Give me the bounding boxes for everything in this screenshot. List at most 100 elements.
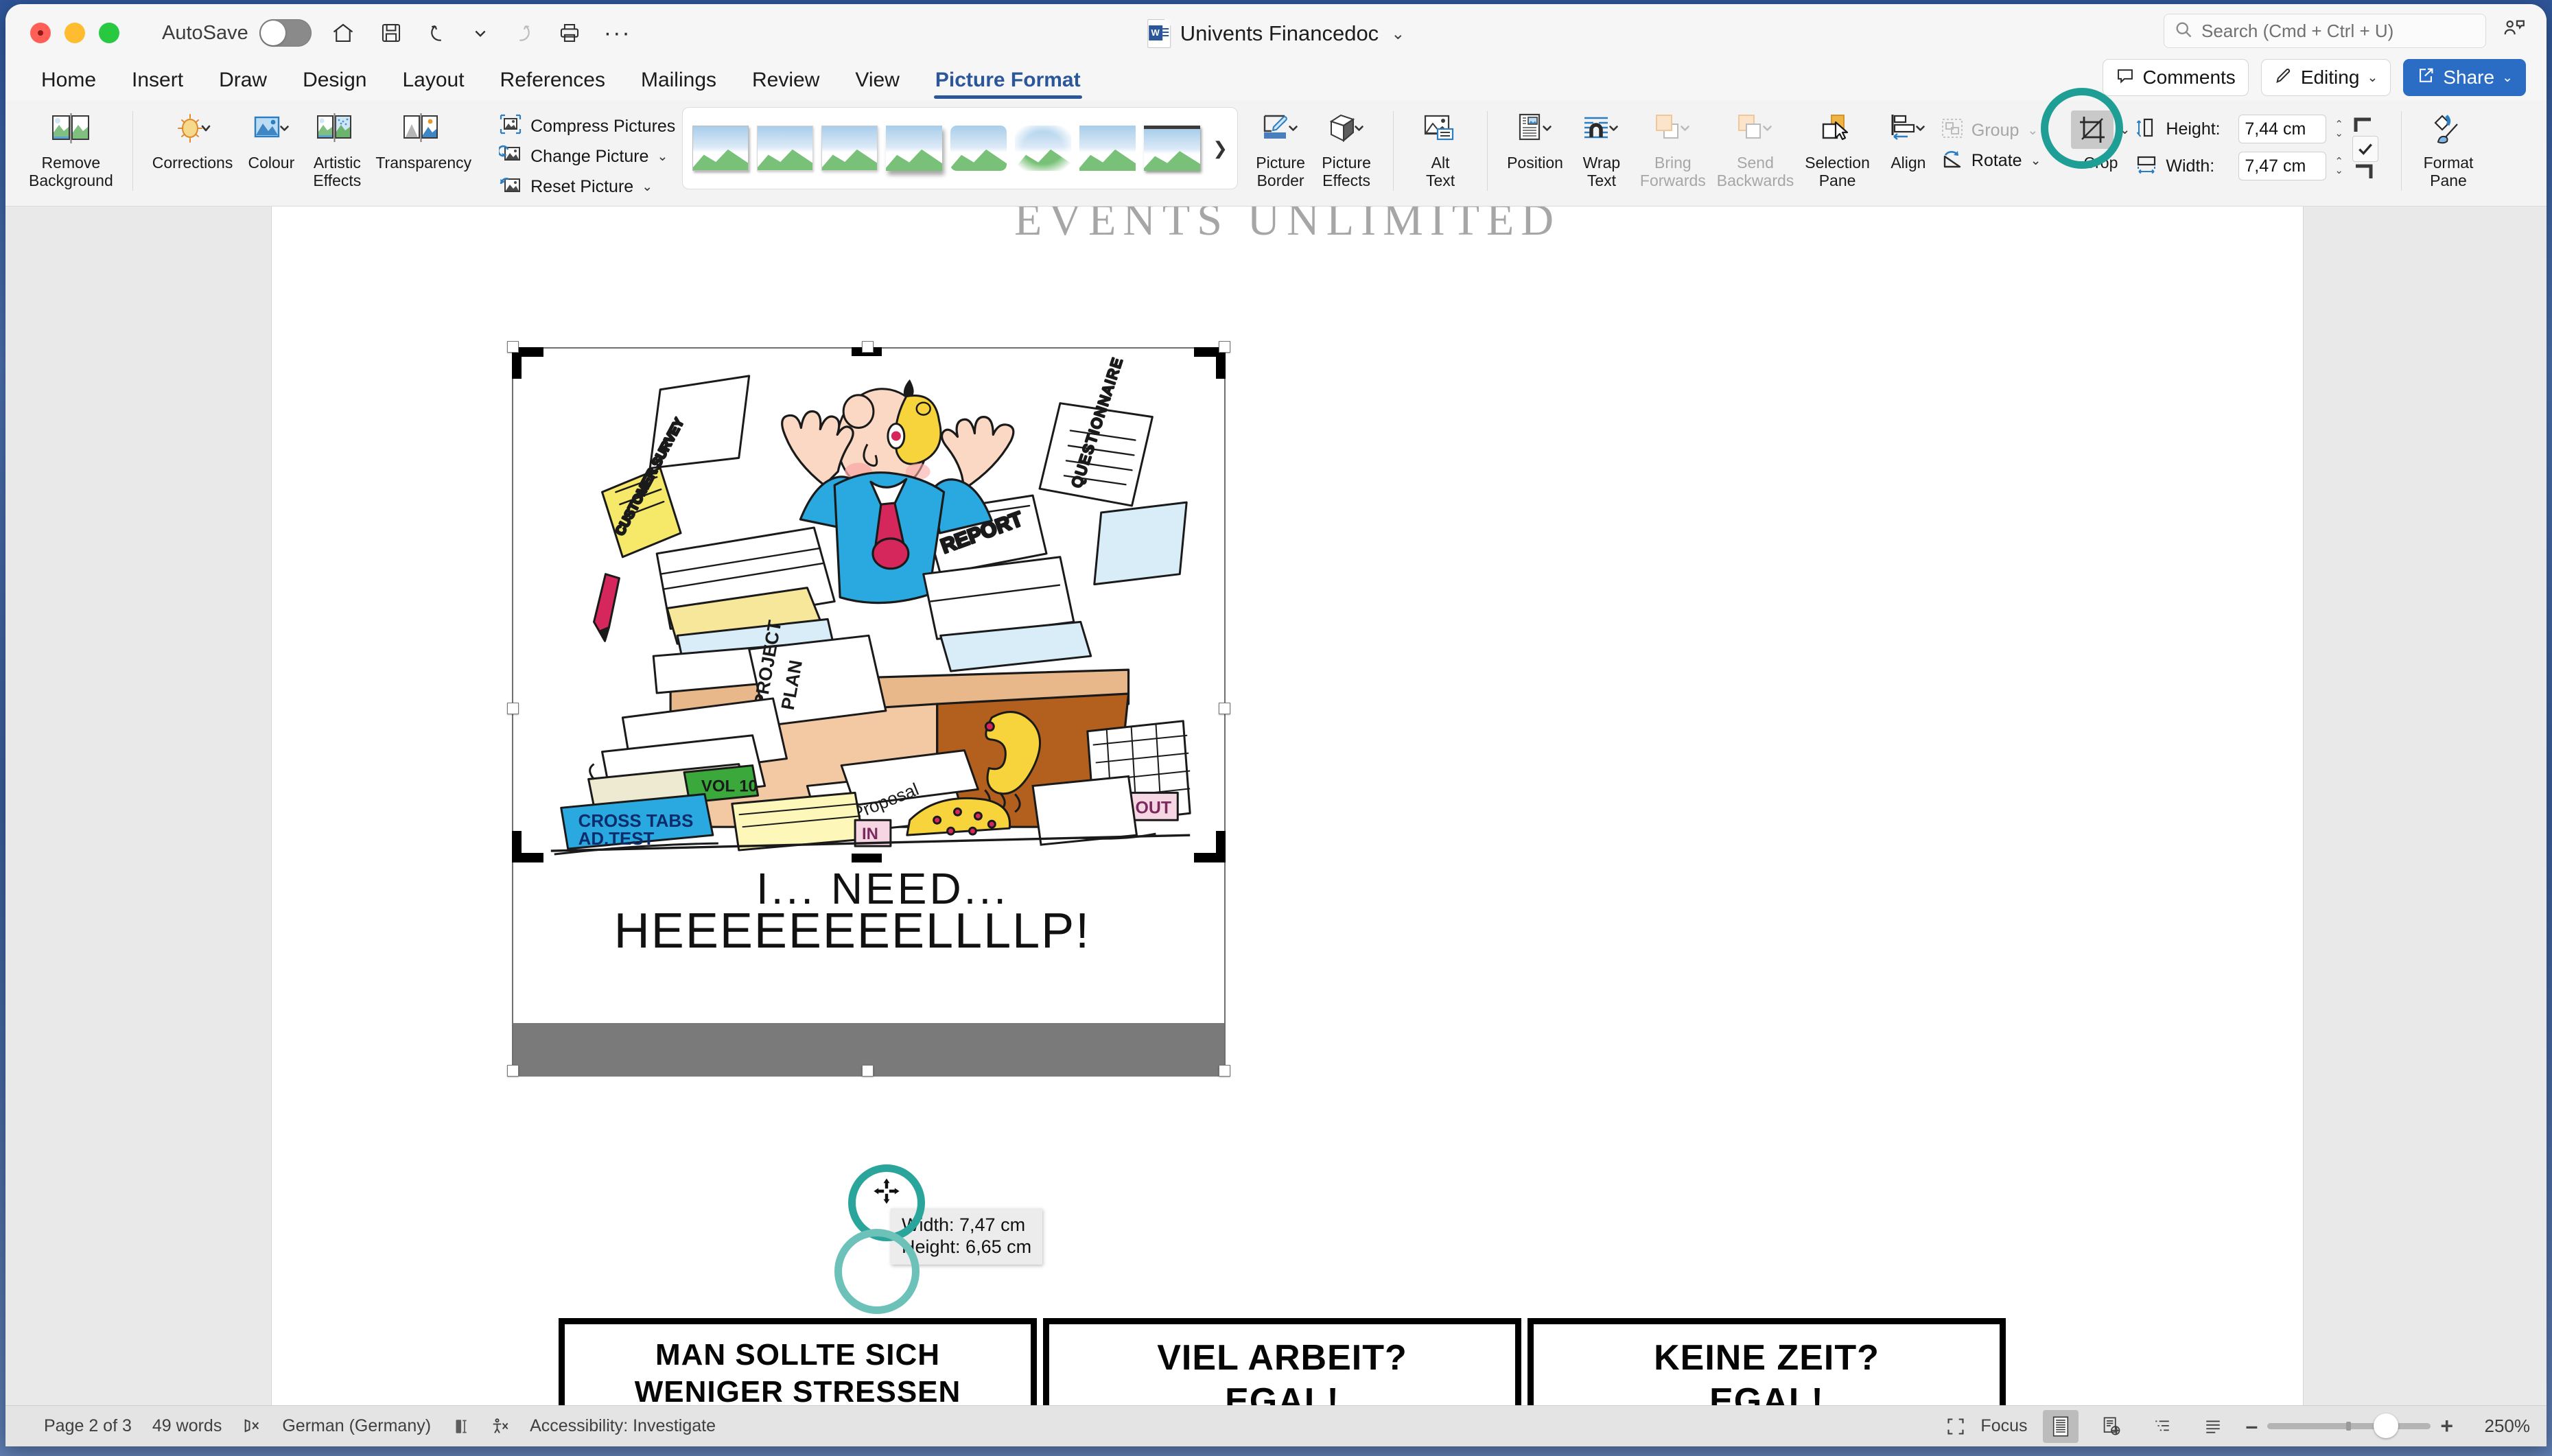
- resize-handle-top-right[interactable]: [1219, 341, 1230, 353]
- comic-box[interactable]: MAN SOLLTE SICH WENIGER STRESSEN: [559, 1318, 1037, 1405]
- comic-box[interactable]: KEINE ZEIT? EGAL!: [1527, 1318, 2006, 1405]
- zoom-track[interactable]: [2267, 1413, 2431, 1438]
- picture-style-thumb[interactable]: [757, 126, 814, 171]
- tab-draw[interactable]: Draw: [201, 69, 285, 100]
- selected-picture-object[interactable]: CUSTOMER SURVEY QUESTIONNAIRE REPORT PRO…: [505, 340, 1232, 1077]
- picture-effects-button[interactable]: Picture Effects: [1313, 104, 1379, 189]
- format-pane-button[interactable]: Format Pane: [2415, 104, 2481, 189]
- tab-view[interactable]: View: [837, 69, 917, 100]
- collaborators-icon[interactable]: [2501, 16, 2527, 46]
- focus-label[interactable]: Focus: [1980, 1416, 2027, 1436]
- transparency-button[interactable]: Transparency: [370, 104, 477, 172]
- editing-mode-button[interactable]: Editing ⌄: [2260, 59, 2391, 96]
- close-window-button[interactable]: [30, 23, 51, 43]
- resize-handle-middle-right[interactable]: [1219, 703, 1230, 714]
- comic-box[interactable]: VIEL ARBEIT? EGAL!: [1043, 1318, 1521, 1405]
- tab-design[interactable]: Design: [285, 69, 384, 100]
- corrections-button[interactable]: Corrections: [147, 104, 239, 172]
- chevron-down-icon[interactable]: ⌄: [2030, 153, 2041, 169]
- picture-style-thumb[interactable]: [950, 126, 1007, 171]
- crop-button[interactable]: ⌄ Crop: [2041, 88, 2135, 172]
- send-backwards-button[interactable]: Send Backwards: [1711, 104, 1799, 189]
- picture-style-thumb[interactable]: [692, 126, 749, 171]
- share-button[interactable]: Share ⌄: [2403, 59, 2526, 96]
- draft-view-button[interactable]: [2195, 1410, 2231, 1443]
- word-count[interactable]: 49 words: [152, 1416, 222, 1436]
- crop-handle-bottom-left[interactable]: [512, 853, 543, 862]
- alt-text-button[interactable]: Alt Text: [1407, 104, 1473, 189]
- chevron-down-icon[interactable]: ⌄: [642, 179, 653, 195]
- more-commands-icon[interactable]: ···: [604, 19, 631, 47]
- tab-home[interactable]: Home: [23, 69, 114, 100]
- autosave-control[interactable]: AutoSave: [162, 19, 312, 47]
- zoom-window-button[interactable]: [99, 23, 119, 43]
- picture-style-thumb[interactable]: [1015, 126, 1072, 171]
- aspect-ratio-checkbox[interactable]: [2352, 136, 2378, 162]
- undo-icon[interactable]: [425, 19, 453, 47]
- tab-mailings[interactable]: Mailings: [623, 69, 734, 100]
- remove-background-button[interactable]: Remove Background: [23, 104, 119, 189]
- tab-insert[interactable]: Insert: [114, 69, 201, 100]
- zoom-level[interactable]: 250%: [2468, 1416, 2531, 1437]
- zoom-knob[interactable]: [2374, 1413, 2399, 1438]
- print-icon[interactable]: [556, 19, 583, 47]
- comments-button[interactable]: Comments: [2103, 59, 2249, 96]
- zoom-in-button[interactable]: +: [2440, 1413, 2453, 1439]
- print-layout-view-button[interactable]: [2042, 1409, 2079, 1443]
- resize-handle-top-left[interactable]: [507, 341, 519, 353]
- save-icon[interactable]: [377, 19, 405, 47]
- chevron-down-icon[interactable]: ⌄: [2119, 122, 2130, 138]
- minimize-window-button[interactable]: [65, 23, 85, 43]
- resize-handle-bottom-right[interactable]: [1219, 1065, 1230, 1077]
- autosave-toggle[interactable]: [259, 19, 312, 47]
- tab-review[interactable]: Review: [734, 69, 837, 100]
- document-page[interactable]: EVENTS UNLIMITED CUSTOMER SURVEY QUESTIO…: [272, 207, 2303, 1405]
- picture-style-thumb[interactable]: [1079, 126, 1136, 171]
- cartoon-picture[interactable]: CUSTOMER SURVEY QUESTIONNAIRE REPORT PRO…: [513, 349, 1224, 860]
- document-title-bar[interactable]: W Univents Financedoc ⌄: [1147, 19, 1405, 48]
- language-indicator[interactable]: German (Germany): [282, 1416, 431, 1436]
- focus-icon[interactable]: [1946, 1417, 1965, 1436]
- tab-layout[interactable]: Layout: [384, 69, 482, 100]
- tab-picture-format[interactable]: Picture Format: [917, 69, 1099, 100]
- gallery-more-icon[interactable]: ❯: [1213, 138, 1228, 159]
- undo-dropdown-icon[interactable]: [473, 19, 487, 47]
- bring-forwards-button[interactable]: Bring Forwards: [1635, 104, 1711, 189]
- rotate-button[interactable]: Rotate ⌄: [1941, 147, 2041, 174]
- align-button[interactable]: Align: [1875, 104, 1941, 172]
- chevron-down-icon[interactable]: ⌄: [1391, 24, 1405, 44]
- page-indicator[interactable]: Page 2 of 3: [44, 1416, 132, 1436]
- document-canvas[interactable]: EVENTS UNLIMITED CUSTOMER SURVEY QUESTIO…: [5, 207, 2547, 1405]
- web-layout-view-button[interactable]: [2094, 1410, 2129, 1443]
- zoom-slider[interactable]: – +: [2246, 1413, 2453, 1439]
- wrap-text-button[interactable]: Wrap Text: [1569, 104, 1635, 189]
- accessibility-icon[interactable]: [490, 1417, 509, 1436]
- resize-handle-middle-left[interactable]: [507, 703, 519, 714]
- height-stepper[interactable]: ⌃ ⌄: [2334, 119, 2343, 139]
- track-changes-icon[interactable]: [452, 1417, 469, 1436]
- reset-picture-button[interactable]: Reset Picture ⌄: [499, 173, 653, 200]
- crop-handle-bottom-center[interactable]: [852, 854, 882, 862]
- accessibility-status[interactable]: Accessibility: Investigate: [530, 1416, 716, 1436]
- resize-handle-top-center[interactable]: [862, 341, 874, 353]
- resize-handle-bottom-center[interactable]: [862, 1065, 874, 1077]
- position-button[interactable]: Position: [1501, 104, 1569, 172]
- crop-handle-bottom-right[interactable]: [1194, 853, 1226, 862]
- picture-styles-gallery[interactable]: ❯: [682, 107, 1239, 189]
- width-input[interactable]: 7,47 cm: [2238, 152, 2327, 180]
- picture-style-thumb[interactable]: [1144, 126, 1201, 171]
- picture-style-thumb[interactable]: [821, 126, 878, 171]
- selection-pane-button[interactable]: Selection Pane: [1799, 104, 1875, 189]
- chevron-down-icon[interactable]: ⌄: [657, 149, 668, 165]
- colour-button[interactable]: Colour: [238, 104, 304, 172]
- compress-pictures-button[interactable]: Compress Pictures: [499, 113, 675, 140]
- spelling-icon[interactable]: [242, 1417, 261, 1436]
- outline-view-button[interactable]: [2144, 1410, 2180, 1443]
- artistic-effects-button[interactable]: Artistic Effects: [304, 104, 370, 189]
- resize-handle-bottom-left[interactable]: [507, 1065, 519, 1077]
- height-input[interactable]: 7,44 cm: [2238, 115, 2327, 143]
- search-input[interactable]: Search (Cmd + Ctrl + U): [2164, 14, 2486, 48]
- picture-style-thumb[interactable]: [886, 126, 943, 171]
- tab-references[interactable]: References: [482, 69, 623, 100]
- picture-border-button[interactable]: Picture Border: [1248, 104, 1313, 189]
